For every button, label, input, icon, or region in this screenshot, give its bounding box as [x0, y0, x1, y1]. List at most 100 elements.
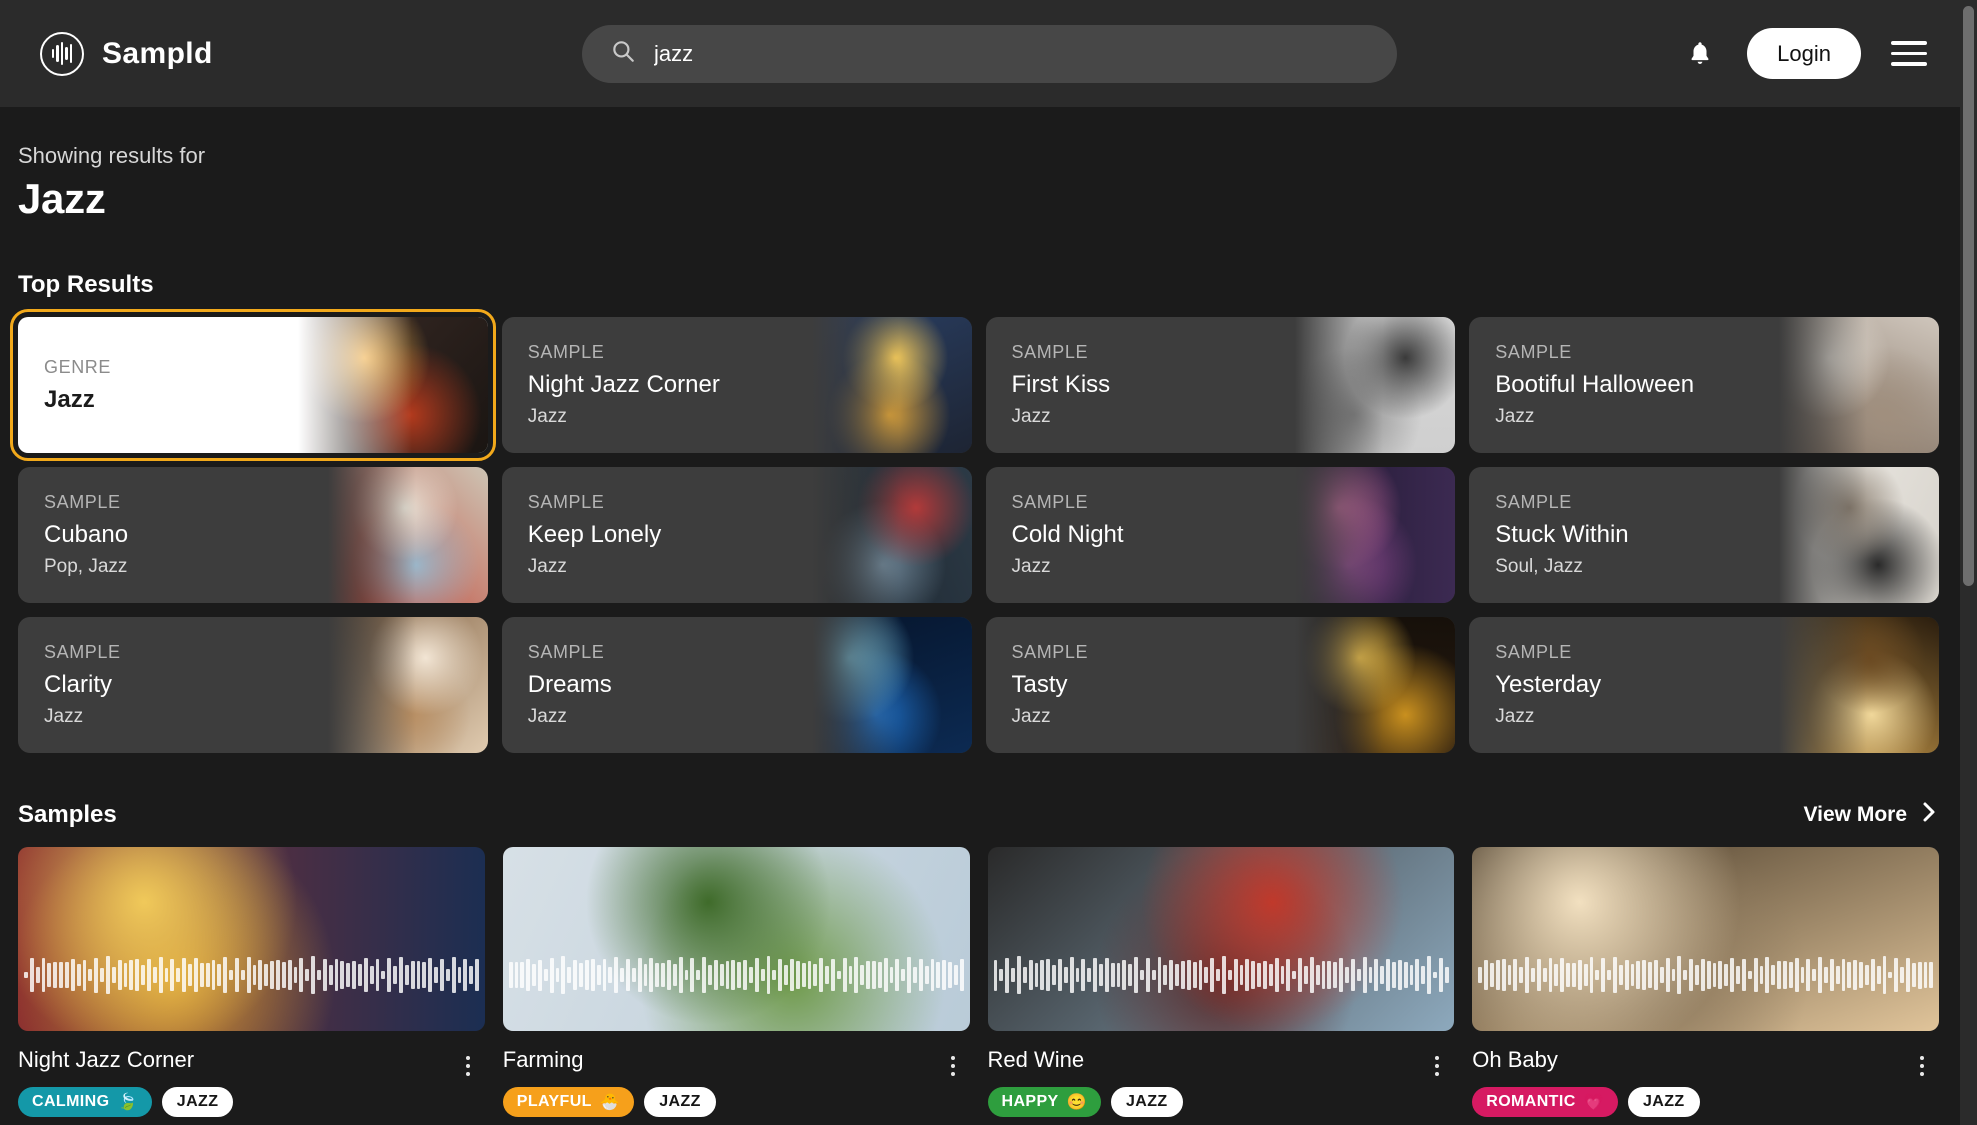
card-text: SAMPLE Night Jazz Corner Jazz	[502, 342, 720, 428]
waveform-bar	[743, 960, 747, 990]
sample-card[interactable]: Farming PLAYFUL 🐣 JAZZ	[502, 847, 970, 1125]
waveform-bar	[514, 962, 519, 988]
search-bar[interactable]	[582, 24, 1397, 83]
waveform-player[interactable]	[1472, 955, 1939, 995]
waveform-player[interactable]	[503, 955, 970, 995]
waveform-bar	[1415, 958, 1420, 992]
card-title: Cubano	[44, 521, 129, 548]
waveform-bar	[725, 960, 730, 990]
brand-name: Sampld	[102, 36, 213, 70]
waveform-bar	[1350, 958, 1355, 992]
card-thumbnail	[327, 617, 488, 753]
waveform-bar	[475, 959, 480, 991]
waveform-bar	[1566, 963, 1570, 987]
top-result-card[interactable]: SAMPLE Keep Lonely Jazz	[501, 467, 972, 603]
waveform-bar	[813, 964, 818, 986]
more-vertical-icon[interactable]	[1420, 1049, 1454, 1083]
top-result-card[interactable]: SAMPLE Night Jazz Corner Jazz	[501, 317, 972, 453]
section-title-samples: Samples	[18, 801, 117, 828]
waveform-player[interactable]	[988, 955, 1455, 995]
card-genre: Jazz	[1011, 556, 1051, 577]
sample-card[interactable]: Red Wine HAPPY 😊 JAZZ	[987, 847, 1455, 1125]
waveform-bar	[387, 957, 392, 993]
waveform-bar	[1536, 959, 1541, 991]
waveform-bar	[363, 957, 368, 993]
card-text: SAMPLE First Kiss Jazz	[986, 342, 1111, 428]
waveform-bar	[1484, 959, 1488, 991]
scrollbar-thumb[interactable]	[1963, 6, 1974, 586]
mood-tag[interactable]: ROMANTIC 💗	[1472, 1087, 1618, 1117]
more-vertical-icon[interactable]	[1905, 1049, 1939, 1083]
sample-tags: ROMANTIC 💗 JAZZ	[1472, 1087, 1905, 1117]
top-result-card[interactable]: SAMPLE Stuck Within Soul, Jazz	[1469, 467, 1939, 603]
waveform-bar	[1192, 961, 1197, 989]
waveform-bar	[1589, 956, 1594, 994]
sample-title: Night Jazz Corner	[18, 1047, 195, 1072]
page-scrollbar[interactable]	[1960, 0, 1977, 1125]
waveform-bar	[1175, 964, 1179, 986]
waveform-bar	[678, 956, 683, 994]
genre-tag[interactable]: JAZZ	[1628, 1087, 1700, 1117]
genre-tag[interactable]: JAZZ	[1110, 1087, 1183, 1117]
more-vertical-icon[interactable]	[451, 1049, 485, 1083]
waveform-bar	[1695, 965, 1699, 985]
sample-card[interactable]: Oh Baby ROMANTIC 💗 JAZZ	[1472, 847, 1939, 1125]
waveform-bar	[1700, 958, 1705, 992]
hamburger-menu-icon[interactable]	[1891, 41, 1927, 66]
mood-emoji-icon: 💗	[1583, 1094, 1604, 1111]
waveform-bar	[1139, 969, 1144, 981]
top-result-card[interactable]: SAMPLE Yesterday Jazz	[1469, 617, 1939, 753]
waveform-bar	[1356, 968, 1361, 982]
top-result-card[interactable]: SAMPLE Dreams Jazz	[501, 617, 972, 753]
sample-card[interactable]: Night Jazz Corner CALMING 🍃 JAZZ	[18, 847, 485, 1125]
waveform-bar	[993, 959, 998, 991]
card-type-label: GENRE	[44, 356, 112, 377]
card-title: Keep Lonely	[527, 521, 662, 548]
sample-thumbnail[interactable]	[987, 847, 1455, 1031]
search-icon	[610, 38, 636, 69]
brand-logo[interactable]: Sampld	[40, 31, 213, 76]
waveform-bar	[719, 964, 724, 986]
top-result-card[interactable]: SAMPLE Bootiful Halloween Jazz	[1469, 317, 1939, 453]
top-results-header: Top Results	[18, 271, 1959, 299]
waveform-bar	[543, 969, 548, 981]
waveform-bar	[1923, 962, 1928, 988]
top-result-card-selected[interactable]: GENRE Jazz	[10, 309, 496, 461]
waveform-bar	[1847, 961, 1852, 989]
thumbnail-fade-overlay	[327, 617, 488, 753]
waveform-bar	[53, 961, 58, 989]
more-vertical-icon[interactable]	[936, 1049, 970, 1083]
waveform-bar	[1022, 967, 1027, 983]
bell-icon[interactable]	[1683, 35, 1717, 73]
waveform-bar	[1601, 958, 1606, 992]
card-type-label: SAMPLE	[1495, 642, 1572, 662]
waveform-bar	[1304, 966, 1308, 984]
waveform-bar	[217, 964, 222, 986]
waveform-bar	[520, 962, 525, 988]
search-input[interactable]	[654, 40, 1369, 67]
view-more-button[interactable]: View More	[1804, 801, 1959, 829]
top-result-card[interactable]: SAMPLE Cubano Pop, Jazz	[18, 467, 488, 603]
card-type-label: SAMPLE	[1011, 642, 1089, 662]
waveform-bar	[883, 957, 888, 993]
waveform-bar	[1093, 958, 1097, 992]
card-type-label: SAMPLE	[1011, 342, 1089, 362]
sample-thumbnail[interactable]	[1472, 847, 1939, 1031]
view-more-label: View More	[1803, 803, 1907, 826]
genre-tag[interactable]: JAZZ	[161, 1087, 234, 1117]
sample-thumbnail[interactable]	[502, 847, 970, 1031]
genre-tag[interactable]: JAZZ	[644, 1087, 716, 1117]
sample-thumbnail[interactable]	[18, 847, 485, 1031]
waveform-bar	[1204, 966, 1209, 984]
waveform-player[interactable]	[18, 955, 485, 995]
top-result-card[interactable]: SAMPLE Tasty Jazz	[985, 617, 1456, 753]
top-result-card[interactable]: SAMPLE Clarity Jazz	[18, 617, 488, 753]
mood-tag[interactable]: HAPPY 😊	[987, 1087, 1101, 1117]
top-result-card[interactable]: SAMPLE First Kiss Jazz	[985, 317, 1456, 453]
top-result-card[interactable]: SAMPLE Cold Night Jazz	[985, 467, 1456, 603]
waveform-bar	[1905, 957, 1910, 993]
mood-tag[interactable]: PLAYFUL 🐣	[502, 1087, 635, 1117]
login-button[interactable]: Login	[1747, 28, 1861, 79]
waveform-bar	[88, 969, 93, 981]
mood-tag[interactable]: CALMING 🍃	[18, 1087, 152, 1117]
